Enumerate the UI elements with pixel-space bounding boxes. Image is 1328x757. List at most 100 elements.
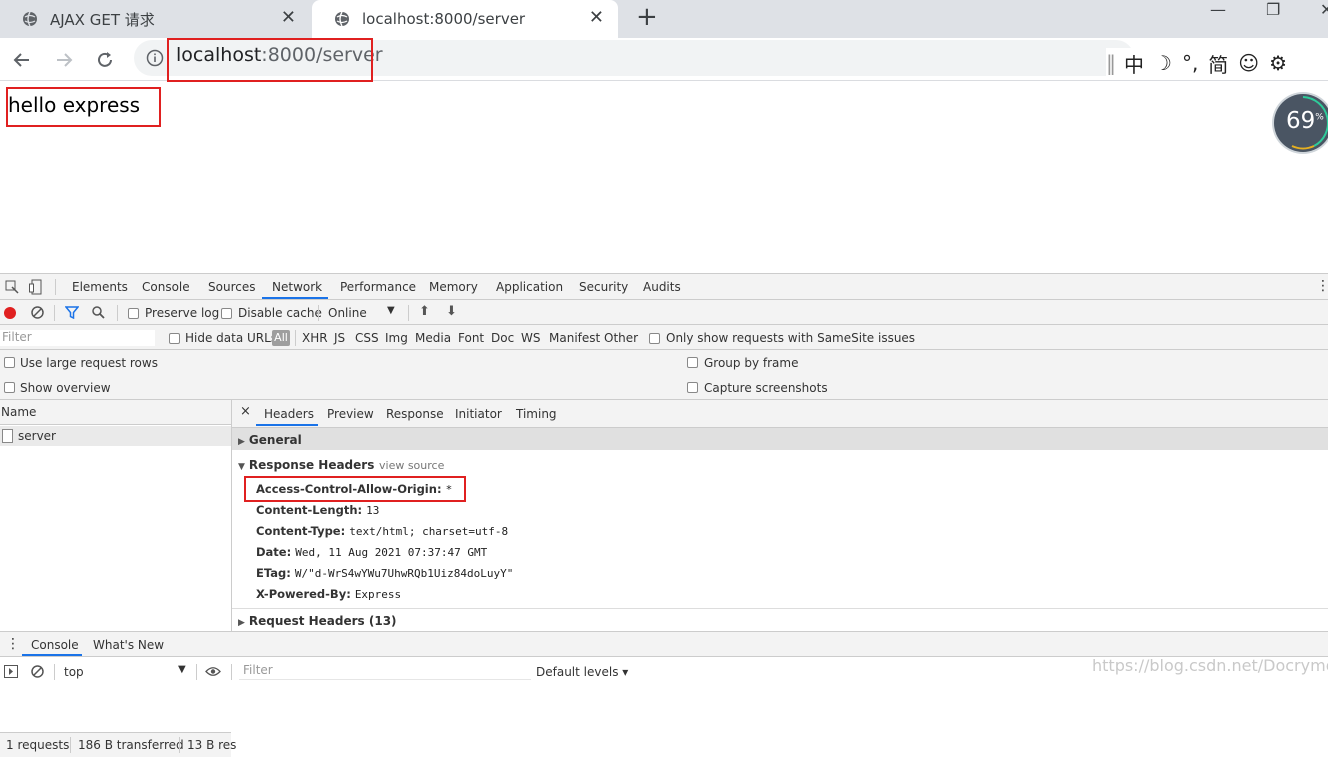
drawer-tab-bar: ⋮ Console What's New (0, 631, 1328, 657)
export-icon[interactable]: ⬇ (446, 304, 457, 319)
samesite-label: Only show requests with SameSite issues (666, 331, 916, 345)
globe-icon (335, 11, 349, 27)
filter-type-ws[interactable]: WS (521, 331, 540, 345)
header-key: Content-Length: (256, 503, 363, 517)
minimize-icon[interactable]: — (1210, 0, 1226, 24)
context-select[interactable]: top (64, 665, 84, 679)
general-title: ▶ General (238, 433, 302, 447)
chevron-down-icon[interactable]: ▼ (178, 664, 186, 675)
tab-sources[interactable]: Sources (208, 280, 255, 294)
console-filter-input[interactable]: Filter (239, 661, 531, 680)
active-tab-indicator (262, 297, 328, 299)
overview-checkbox[interactable] (4, 382, 15, 393)
request-headers-section[interactable]: ▶ Request Headers (13) (232, 608, 1328, 631)
filter-type-js[interactable]: JS (334, 331, 345, 345)
table-row[interactable]: server (0, 426, 231, 446)
tab-audits[interactable]: Audits (643, 280, 681, 294)
reload-button[interactable] (91, 46, 119, 74)
separator (55, 279, 56, 295)
tab-elements[interactable]: Elements (72, 280, 128, 294)
disable-cache-checkbox[interactable] (221, 308, 232, 319)
clear-console-icon[interactable] (31, 665, 44, 678)
moon-icon[interactable]: ☽ (1154, 51, 1172, 75)
tab-console[interactable]: Console (142, 280, 190, 294)
window-close-icon[interactable]: ✕ (1320, 0, 1328, 24)
header-key: Content-Type: (256, 524, 346, 538)
device-toolbar-icon[interactable] (29, 279, 43, 295)
capture-screenshots-checkbox[interactable] (687, 382, 698, 393)
inspect-icon[interactable] (5, 280, 19, 294)
request-headers-title: ▶ Request Headers (13) (238, 614, 397, 628)
search-icon[interactable] (92, 306, 105, 319)
log-levels-select[interactable]: Default levels ▾ (536, 665, 628, 679)
preserve-log-checkbox[interactable] (128, 308, 139, 319)
tab-memory[interactable]: Memory (429, 280, 478, 294)
active-tab-indicator (256, 424, 318, 426)
restore-icon[interactable]: ❐ (1266, 0, 1280, 24)
details-tab-bar: × Headers Preview Response Initiator Tim… (232, 400, 1328, 428)
header-row: Content-Length: 13 (256, 503, 379, 517)
more-vert-icon[interactable]: ⋮ (1316, 278, 1328, 294)
info-icon[interactable] (146, 49, 164, 67)
chevron-down-icon[interactable]: ▼ (387, 305, 395, 316)
filter-type-all[interactable]: All (272, 330, 290, 346)
close-icon[interactable]: × (240, 404, 251, 419)
filter-bar: Filter Hide data URLs All XHR JS CSS Img… (0, 325, 1328, 350)
tab-localhost-server[interactable]: localhost:8000/server ✕ (312, 0, 618, 38)
separator (54, 664, 55, 680)
view-source-link[interactable]: view source (379, 459, 444, 472)
arrow-left-icon (13, 53, 29, 67)
group-by-frame-checkbox[interactable] (687, 357, 698, 368)
clear-icon[interactable] (31, 306, 44, 319)
throttle-select[interactable]: Online (328, 306, 367, 320)
tab-headers[interactable]: Headers (264, 407, 314, 421)
drawer-tab-console[interactable]: Console (31, 638, 79, 652)
tab-timing[interactable]: Timing (516, 407, 557, 421)
filter-type-manifest[interactable]: Manifest (549, 331, 600, 345)
tab-security[interactable]: Security (579, 280, 628, 294)
filter-type-xhr[interactable]: XHR (302, 331, 328, 345)
record-icon[interactable] (4, 307, 16, 319)
filter-type-font[interactable]: Font (458, 331, 484, 345)
triangle-down-icon: ▼ (238, 462, 245, 472)
filter-input[interactable]: Filter (0, 330, 155, 346)
filter-type-img[interactable]: Img (385, 331, 408, 345)
filter-type-other[interactable]: Other (604, 331, 638, 345)
tab-initiator[interactable]: Initiator (455, 407, 502, 421)
ime-char[interactable]: 简 (1208, 49, 1228, 78)
smiley-icon[interactable]: ☺ (1238, 51, 1259, 75)
samesite-checkbox[interactable] (649, 333, 660, 344)
tab-preview[interactable]: Preview (327, 407, 374, 421)
drawer-tab-whats-new[interactable]: What's New (93, 638, 164, 652)
sidebar-toggle-icon[interactable] (4, 665, 18, 678)
more-vert-icon[interactable]: ⋮ (6, 636, 20, 652)
ime-char[interactable]: °, (1182, 51, 1198, 75)
back-button[interactable] (8, 46, 36, 74)
close-icon[interactable]: ✕ (589, 9, 604, 27)
response-headers-title[interactable]: ▼ Response Headers (238, 458, 374, 472)
filter-type-css[interactable]: CSS (355, 331, 379, 345)
globe-icon (23, 11, 37, 27)
filter-type-doc[interactable]: Doc (491, 331, 514, 345)
close-icon[interactable]: ✕ (281, 9, 296, 27)
performance-gauge[interactable]: 69% (1274, 94, 1328, 152)
general-section[interactable]: ▶ General (232, 428, 1328, 450)
tab-network[interactable]: Network (272, 280, 322, 294)
ime-char[interactable]: 中 (1124, 49, 1144, 78)
new-tab-button[interactable]: + (636, 2, 658, 32)
tab-application[interactable]: Application (496, 280, 563, 294)
name-column-header[interactable]: Name (0, 400, 231, 425)
forward-button[interactable] (50, 46, 78, 74)
request-list: Name server 1 requests 186 B transferred… (0, 400, 236, 757)
tab-response[interactable]: Response (386, 407, 444, 421)
hide-data-urls-checkbox[interactable] (169, 333, 180, 344)
eye-icon[interactable] (205, 666, 221, 677)
filter-type-media[interactable]: Media (415, 331, 451, 345)
large-rows-checkbox[interactable] (4, 357, 15, 368)
tab-ajax-get[interactable]: AJAX GET 请求 ✕ (0, 0, 310, 38)
header-row: Content-Type: text/html; charset=utf-8 (256, 524, 508, 538)
filter-icon[interactable] (65, 306, 79, 319)
import-icon[interactable]: ⬆ (419, 304, 430, 319)
gear-icon[interactable]: ⚙ (1269, 51, 1287, 75)
tab-performance[interactable]: Performance (340, 280, 416, 294)
